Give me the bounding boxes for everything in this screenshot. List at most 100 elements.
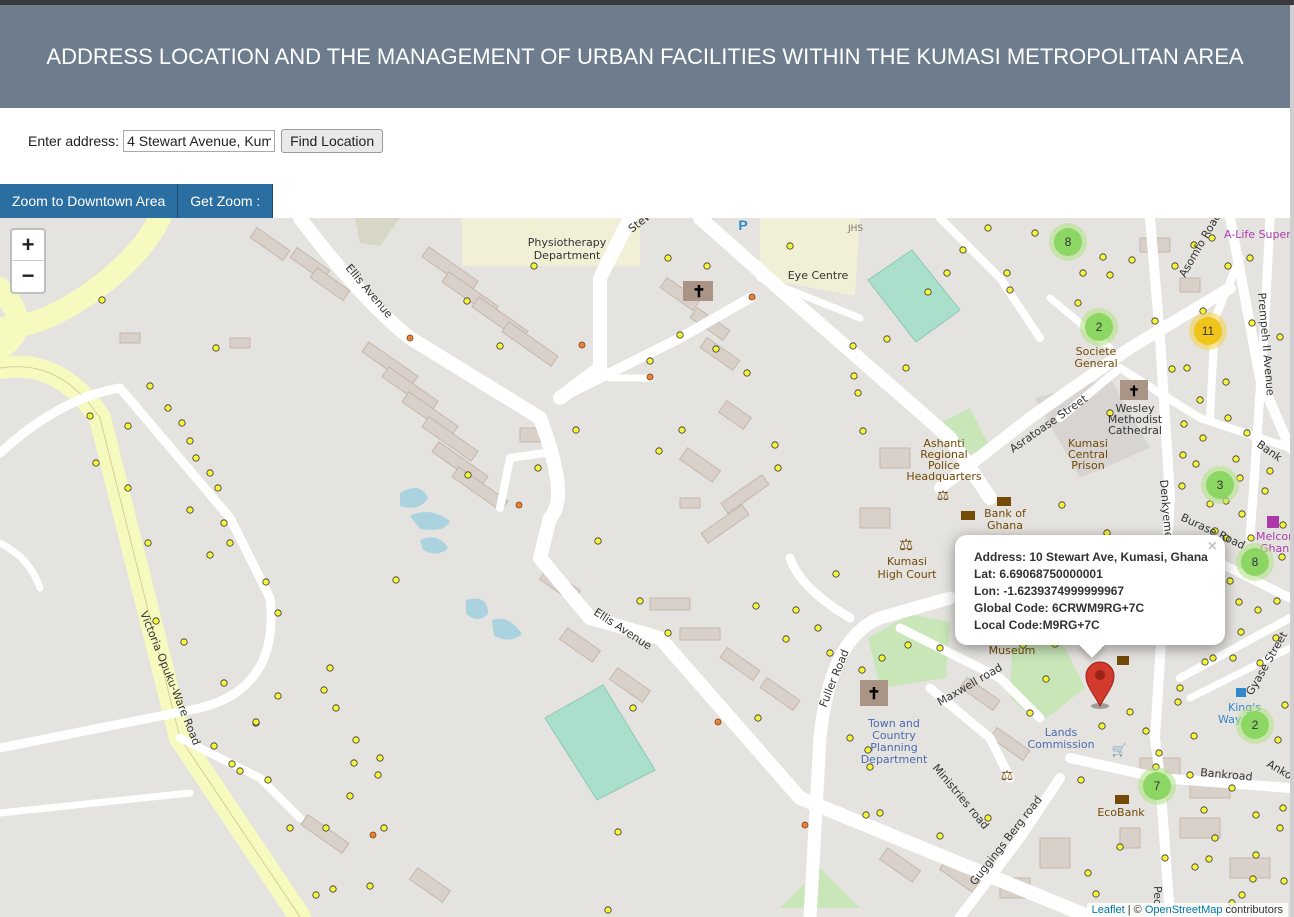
facility-point[interactable] bbox=[1116, 843, 1124, 851]
facility-point[interactable] bbox=[1142, 727, 1150, 735]
facility-point[interactable] bbox=[180, 638, 188, 646]
facility-point[interactable] bbox=[604, 906, 612, 914]
facility-point[interactable] bbox=[374, 771, 382, 779]
facility-point[interactable] bbox=[1238, 891, 1246, 899]
facility-point[interactable] bbox=[859, 427, 867, 435]
facility-point[interactable] bbox=[1077, 776, 1085, 784]
facility-point[interactable] bbox=[1252, 851, 1260, 859]
facility-point[interactable] bbox=[1228, 784, 1236, 792]
facility-point[interactable] bbox=[1074, 299, 1082, 307]
facility-point[interactable] bbox=[352, 736, 360, 744]
facility-point[interactable] bbox=[712, 345, 720, 353]
facility-point[interactable] bbox=[782, 635, 790, 643]
facility-point[interactable] bbox=[262, 578, 270, 586]
facility-point[interactable] bbox=[1183, 364, 1191, 372]
zoom-in-button[interactable]: + bbox=[12, 230, 44, 261]
facility-point[interactable] bbox=[530, 262, 538, 270]
facility-point[interactable] bbox=[1178, 482, 1186, 490]
location-marker[interactable] bbox=[1085, 661, 1115, 709]
facility-point[interactable] bbox=[1176, 684, 1184, 692]
facility-point[interactable] bbox=[1196, 396, 1204, 404]
facility-point[interactable] bbox=[854, 389, 862, 397]
facility-point[interactable] bbox=[936, 832, 944, 840]
facility-point[interactable] bbox=[496, 342, 504, 350]
facility-point[interactable] bbox=[826, 649, 834, 657]
facility-point[interactable] bbox=[320, 686, 328, 694]
facility-point[interactable] bbox=[678, 426, 686, 434]
facility-point[interactable] bbox=[814, 624, 822, 632]
facility-point[interactable] bbox=[754, 714, 762, 722]
facility-point[interactable] bbox=[832, 570, 840, 578]
facility-point[interactable] bbox=[86, 412, 94, 420]
facility-point[interactable] bbox=[1201, 658, 1209, 666]
facility-point[interactable] bbox=[1106, 271, 1114, 279]
facility-point[interactable] bbox=[1235, 598, 1243, 606]
facility-point[interactable] bbox=[1031, 229, 1039, 237]
facility-point[interactable] bbox=[212, 344, 220, 352]
facility-point[interactable] bbox=[876, 809, 884, 817]
facility-point[interactable] bbox=[1266, 467, 1274, 475]
facility-point[interactable] bbox=[572, 426, 580, 434]
facility-point[interactable] bbox=[1161, 854, 1169, 862]
facility-point[interactable] bbox=[146, 382, 154, 390]
facility-point[interactable] bbox=[1186, 771, 1194, 779]
facility-point[interactable] bbox=[1180, 420, 1188, 428]
facility-point[interactable] bbox=[1058, 501, 1066, 509]
facility-point[interactable] bbox=[1192, 460, 1200, 468]
facility-point[interactable] bbox=[1276, 824, 1284, 832]
facility-point[interactable] bbox=[902, 364, 910, 372]
facility-point[interactable] bbox=[664, 254, 672, 262]
facility-point[interactable] bbox=[1084, 869, 1092, 877]
facility-point[interactable] bbox=[664, 629, 672, 637]
facility-point[interactable] bbox=[1099, 253, 1107, 261]
osm-link[interactable]: OpenStreetMap bbox=[1145, 904, 1223, 916]
facility-point[interactable] bbox=[1232, 455, 1240, 463]
facility-point[interactable] bbox=[1281, 701, 1289, 709]
facility-point[interactable] bbox=[1205, 855, 1213, 863]
facility-point[interactable] bbox=[228, 760, 236, 768]
facility-point[interactable] bbox=[1155, 749, 1163, 757]
facility-point[interactable] bbox=[1248, 319, 1256, 327]
facility-point[interactable] bbox=[655, 447, 663, 455]
facility-point[interactable] bbox=[1252, 811, 1260, 819]
find-location-button[interactable]: Find Location bbox=[281, 129, 384, 153]
facility-point[interactable] bbox=[984, 224, 992, 232]
facility-point[interactable] bbox=[846, 734, 854, 742]
facility-point[interactable] bbox=[936, 644, 944, 652]
facility-point[interactable] bbox=[98, 296, 106, 304]
facility-point[interactable] bbox=[743, 369, 751, 377]
facility-point[interactable] bbox=[463, 297, 471, 305]
facility-point[interactable] bbox=[1003, 269, 1011, 277]
facility-point[interactable] bbox=[206, 469, 214, 477]
facility-point[interactable] bbox=[164, 404, 172, 412]
zoom-out-button[interactable]: − bbox=[12, 261, 44, 291]
facility-point[interactable] bbox=[1254, 606, 1262, 614]
facility-point[interactable] bbox=[629, 704, 637, 712]
facility-point[interactable] bbox=[1006, 286, 1014, 294]
facility-point[interactable] bbox=[346, 792, 354, 800]
facility-point[interactable] bbox=[1026, 709, 1034, 717]
facility-point[interactable] bbox=[178, 419, 186, 427]
facility-point[interactable] bbox=[1280, 877, 1288, 885]
facility-point[interactable] bbox=[464, 471, 472, 479]
facility-point[interactable] bbox=[883, 335, 891, 343]
facility-point[interactable] bbox=[220, 679, 228, 687]
facility-point[interactable] bbox=[350, 759, 358, 767]
facility-point[interactable] bbox=[646, 357, 654, 365]
facility-point[interactable] bbox=[1174, 698, 1182, 706]
facility-point[interactable] bbox=[850, 372, 858, 380]
facility-point[interactable] bbox=[210, 742, 218, 750]
facility-point[interactable] bbox=[1279, 804, 1287, 812]
get-zoom-button[interactable]: Get Zoom : bbox=[178, 184, 274, 218]
facility-point[interactable] bbox=[1226, 577, 1234, 585]
facility-point[interactable] bbox=[366, 882, 374, 890]
facility-point[interactable] bbox=[380, 824, 388, 832]
facility-point[interactable] bbox=[124, 484, 132, 492]
facility-point[interactable] bbox=[236, 767, 244, 775]
facility-point[interactable] bbox=[1211, 834, 1219, 842]
facility-point[interactable] bbox=[220, 519, 228, 527]
facility-point[interactable] bbox=[1224, 262, 1232, 270]
facility-point[interactable] bbox=[286, 824, 294, 832]
facility-point[interactable] bbox=[774, 464, 782, 472]
facility-point[interactable] bbox=[1229, 654, 1237, 662]
